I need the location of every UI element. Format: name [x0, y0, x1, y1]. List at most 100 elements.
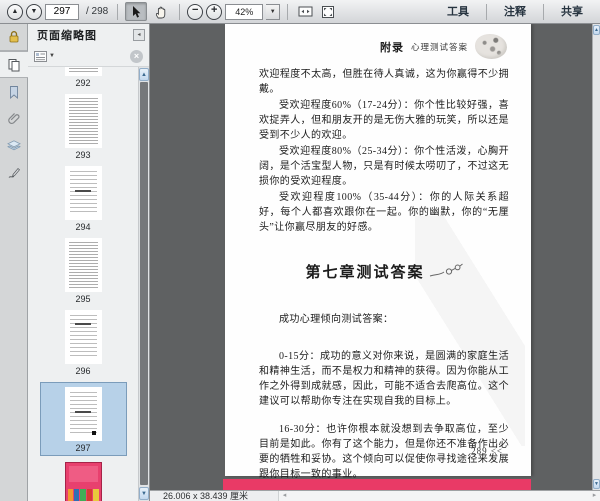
zoom-level-value[interactable]: 42%: [225, 3, 264, 20]
thumbnail-preview-cover: [64, 462, 102, 501]
page-body: 欢迎程度不太高，但胜在待人真诚，这为你赢得不少拥戴。 受欢迎程度60%（17-2…: [225, 59, 531, 490]
options-caret-icon: ▼: [49, 53, 55, 59]
main-toolbar: ▲ ▼ / 298 − + 42% ▼: [0, 0, 600, 24]
decorative-stamp-image: [475, 34, 507, 59]
lock-icon: [9, 31, 18, 43]
thumbnail-preview: [64, 94, 102, 148]
panel-header: 页面缩略图 ◂: [28, 24, 149, 46]
scroll-down-icon[interactable]: ▼: [593, 479, 600, 489]
toolbar-divider: [117, 3, 119, 20]
scroll-up-icon[interactable]: ▲: [593, 25, 600, 35]
hand-tool-button[interactable]: [150, 2, 172, 21]
bookmark-icon: [9, 85, 18, 99]
thumbnail-page-296[interactable]: 296: [64, 310, 102, 376]
panel-collapse-button[interactable]: ◂: [133, 29, 145, 41]
paragraph: 0-15分：成功的意义对你来说，是圆满的家庭生活和精神生活，而不是权力和精神的获…: [259, 351, 509, 407]
document-scrollbar[interactable]: ▲ ▼: [592, 24, 600, 490]
zoom-in-button[interactable]: +: [206, 3, 223, 20]
page-number-input[interactable]: [45, 3, 79, 20]
panel-close-button[interactable]: ×: [130, 49, 143, 63]
toolbar-divider: [543, 3, 544, 20]
main-area: 页面缩略图 ◂ ▼ × 292 293 294 295 296 297 ▲ ▼ …: [0, 24, 600, 501]
page-thumbnails-tab[interactable]: [0, 51, 28, 78]
paragraph: 欢迎程度不太高，但胜在待人真诚，这为你赢得不少拥戴。: [259, 69, 509, 95]
horizontal-scrollbar[interactable]: ◂ ▸: [278, 491, 600, 501]
thumbnail-page-297-selected[interactable]: 297: [39, 382, 127, 456]
thumbnail-page-292[interactable]: 292: [64, 67, 102, 88]
thumbnail-preview: [64, 67, 102, 76]
section-title: 第七章测试答案: [259, 261, 509, 282]
paragraph: 受欢迎程度80%（25-34分）：你个性活泼，心胸开阔，是个活宝型人物，只是有时…: [259, 146, 509, 187]
pages-icon: [8, 58, 20, 71]
doodle-flourish-icon: [429, 263, 463, 277]
panel-options-row: ▼ ×: [28, 46, 149, 67]
pdf-page: 附录 心理测试答案 欢迎程度不太高，但胜在待人真诚，这为你赢得不少拥戴。 受欢迎…: [225, 24, 531, 480]
navigation-icon-strip: [0, 24, 28, 501]
scroll-down-icon[interactable]: ▼: [139, 487, 149, 500]
zoom-dropdown-button[interactable]: ▼: [266, 3, 281, 20]
layers-tab[interactable]: [0, 132, 27, 159]
cursor-icon: [133, 5, 141, 18]
toolbar-divider: [486, 3, 487, 20]
thumbnail-label: 296: [75, 366, 91, 376]
layers-icon: [6, 139, 21, 150]
thumbnail-label: 295: [75, 294, 91, 304]
paragraph: 成功心理倾向测试答案：: [279, 314, 394, 325]
thumbnail-list: 292 293 294 295 296 297: [28, 67, 138, 501]
fit-width-button[interactable]: [295, 3, 315, 21]
document-view: 附录 心理测试答案 欢迎程度不太高，但胜在待人真诚，这为你赢得不少拥戴。 受欢迎…: [150, 24, 600, 490]
thumbnail-list-area: 292 293 294 295 296 297 ▲ ▼: [28, 67, 149, 501]
toolbar-divider: [287, 3, 289, 20]
zoom-out-button[interactable]: −: [187, 3, 204, 20]
select-tool-button[interactable]: [125, 2, 148, 21]
thumbnail-page-298[interactable]: 298: [64, 462, 102, 501]
thumbnail-preview: [64, 310, 102, 364]
thumbnail-page-294[interactable]: 294: [64, 166, 102, 232]
thumbnail-scrollbar[interactable]: ▲ ▼: [138, 67, 149, 501]
paragraph: 受欢迎程度60%（17-24分）：你个性比较好强，喜欢捉弄人，但和朋友开的是无伤…: [259, 100, 509, 141]
appendix-title: 心理测试答案: [410, 41, 468, 52]
scrollbar-thumb[interactable]: [140, 82, 148, 485]
paperclip-icon: [7, 112, 19, 124]
scroll-right-icon[interactable]: ▸: [589, 491, 600, 501]
status-bar: 26.006 x 38.439 厘米 ◂ ▸: [150, 490, 600, 501]
thumbnail-preview: [64, 238, 102, 292]
thumbnail-label: 292: [75, 78, 91, 88]
bookmarks-tab[interactable]: [0, 78, 27, 105]
share-panel-button[interactable]: 共享: [551, 3, 593, 21]
options-list-icon: [34, 50, 47, 62]
thumbnail-preview: [64, 166, 102, 220]
thumbnail-label: 293: [75, 150, 91, 160]
thumbnail-page-293[interactable]: 293: [64, 94, 102, 160]
signature-pen-icon: [8, 167, 20, 178]
toolbar-divider: [179, 3, 181, 20]
thumbnail-label: 297: [75, 443, 91, 453]
panel-title: 页面缩略图: [37, 30, 97, 42]
scrollbar-track[interactable]: [290, 491, 589, 501]
pdf-reader-window: ▲ ▼ / 298 − + 42% ▼: [0, 0, 600, 501]
previous-page-button[interactable]: ▲: [7, 3, 23, 20]
page-dimensions-label: 26.006 x 38.439 厘米: [163, 491, 249, 501]
fit-page-icon: [322, 5, 335, 18]
appendix-label: 附录: [379, 41, 404, 54]
signature-tab[interactable]: [0, 159, 27, 186]
fit-page-button[interactable]: [318, 3, 338, 21]
next-page-button[interactable]: ▼: [26, 3, 42, 20]
comment-panel-button[interactable]: 注释: [494, 3, 536, 21]
page-header: 附录 心理测试答案: [225, 24, 531, 59]
thumbnail-options-button[interactable]: ▼: [34, 50, 55, 62]
tools-panel-button[interactable]: 工具: [437, 3, 479, 21]
page-total-label: / 298: [86, 6, 109, 17]
scroll-up-icon[interactable]: ▲: [139, 68, 149, 81]
hand-icon: [156, 6, 166, 18]
fit-width-icon: [298, 6, 313, 17]
page-thumbnails-panel: 页面缩略图 ◂ ▼ × 292 293 294 295 296 297 ▲ ▼: [28, 24, 150, 501]
thumbnail-page-295[interactable]: 295: [64, 238, 102, 304]
attachments-tab[interactable]: [0, 105, 27, 132]
document-column: 附录 心理测试答案 欢迎程度不太高，但胜在待人真诚，这为你赢得不少拥戴。 受欢迎…: [150, 24, 600, 501]
page-number-footer: 289 <<: [471, 446, 503, 456]
scroll-left-icon[interactable]: ◂: [279, 491, 290, 501]
security-lock-button[interactable]: [0, 24, 27, 51]
next-page-cover-edge: [223, 479, 531, 490]
paragraph: 受欢迎程度100%（35-44分）：你的人际关系超好，每个人都喜欢跟你在一起。你…: [259, 192, 509, 233]
